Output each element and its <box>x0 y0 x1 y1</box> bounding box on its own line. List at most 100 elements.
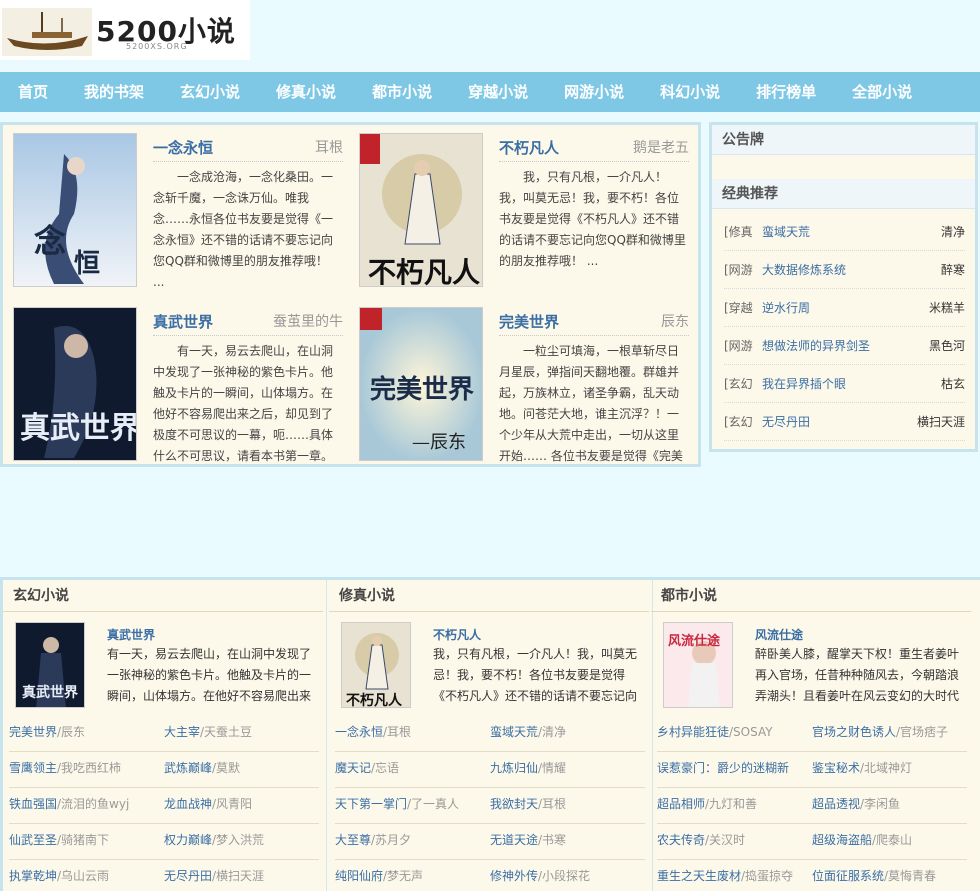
nav-wangyou[interactable]: 网游小说 <box>546 72 642 112</box>
book-cover[interactable]: 不朽凡人 <box>359 133 483 287</box>
svg-text:风流仕途: 风流仕途 <box>668 633 721 649</box>
list-row: 雪鹰领主/我吃西红柿 武炼巅峰/莫默 <box>9 752 319 788</box>
nav-dushi[interactable]: 都市小说 <box>354 72 450 112</box>
book-list: 乡村异能狂徒/SOSAY 官场之财色诱人/官场痞子 误惹豪门：爵少的迷糊新 鉴宝秘术… <box>657 716 967 891</box>
nav-xiuzhen[interactable]: 修真小说 <box>258 72 354 112</box>
logo-subtext: 5200XS.ORG <box>126 42 188 51</box>
book-cover[interactable]: 真武世界 <box>13 307 137 461</box>
book-description: 有一天，易云去爬山，在山洞中发现了一张神秘的紫色卡片。他触及卡片的一瞬间，山体塌… <box>107 647 312 703</box>
book-title[interactable]: 完美世界 <box>499 311 559 332</box>
list-row: 农夫传奇/关汉时 超级海盗船/爬泰山 <box>657 824 967 860</box>
book-cover[interactable]: 真武世界 <box>15 622 85 708</box>
cover-image-icon: 不朽凡人 <box>360 134 482 287</box>
svg-text:不朽凡人: 不朽凡人 <box>368 256 480 287</box>
list-row: 大至尊/苏月夕 无道天途/书寒 <box>335 824 645 860</box>
recommend-list: [修真 蛮域天荒 清净 [网游 大数据修炼系统 醉寒 [穿越 逆水行周 米糕羊 [网游 想做法… <box>712 209 975 441</box>
book-link[interactable]: 逆水行周 <box>762 289 929 326</box>
category-xiuzhen: 修真小说 不朽凡人 不朽凡人 我，只有凡根，一介凡人！我，叫莫无忌！我，要不朽！… <box>329 580 653 891</box>
main-nav: 首页 我的书架 玄幻小说 修真小说 都市小说 穿越小说 网游小说 科幻小说 排行… <box>0 72 980 112</box>
list-row: 魔天记/忘语 九炼归仙/情耀 <box>335 752 645 788</box>
svg-text:念: 念 <box>34 222 66 260</box>
book-list: 一念永恒/耳根 蛮域天荒/清净 魔天记/忘语 九炼归仙/情耀 天下第一掌门/了一真人… <box>335 716 645 891</box>
category-title[interactable]: 修真小说 <box>329 580 649 612</box>
list-item: [玄幻 无尽丹田 横扫天涯 <box>724 403 965 441</box>
svg-text:—辰东: —辰东 <box>412 432 466 453</box>
nav-ranking[interactable]: 排行榜单 <box>738 72 834 112</box>
book-link[interactable]: 想做法师的异界剑圣 <box>762 327 929 364</box>
category-title[interactable]: 玄幻小说 <box>3 580 323 612</box>
category-title[interactable]: 都市小说 <box>651 580 971 612</box>
book-title[interactable]: 不朽凡人 <box>499 137 559 158</box>
nav-bookshelf[interactable]: 我的书架 <box>66 72 162 112</box>
book-link[interactable]: 无尽丹田 <box>762 403 917 440</box>
list-row: 执掌乾坤/乌山云雨 无尽丹田/横扫天涯 <box>9 860 319 891</box>
author-link[interactable]: 横扫天涯 <box>917 403 965 440</box>
book-description: 醉卧美人膝，醒掌天下权！重生者姜叶再入官场，任昔种种随风去，今朝踏浪弄潮头！且看… <box>755 647 960 703</box>
nav-home[interactable]: 首页 <box>0 72 66 112</box>
book-cover[interactable]: 完美世界 —辰东 <box>359 307 483 461</box>
book-title[interactable]: 真武世界 <box>107 626 155 643</box>
category-dushi: 都市小说 风流仕途 风流仕途 醉卧美人膝，醒掌天下权！重生者姜叶再入官场，任昔种… <box>651 580 971 891</box>
svg-text:完美世界: 完美世界 <box>370 374 474 405</box>
book-title[interactable]: 真武世界 <box>153 311 213 332</box>
author-link[interactable]: 醉寒 <box>941 251 965 288</box>
category-featured-book: 真武世界 真武世界 有一天，易云去爬山，在山洞中发现了一张神秘的紫色卡片。他触及… <box>15 622 321 708</box>
featured-book: 念 恒 一念永恒 耳根 一念成沧海，一念化桑田。一念斩千魔，一念诛万仙。唯我念…… <box>3 125 343 289</box>
svg-text:真武世界: 真武世界 <box>20 411 137 446</box>
category-featured-book: 风流仕途 风流仕途 醉卧美人膝，醒掌天下权！重生者姜叶再入官场，任昔种种随风去，… <box>663 622 969 708</box>
list-item: [修真 蛮域天荒 清净 <box>724 213 965 251</box>
list-item: [穿越 逆水行周 米糕羊 <box>724 289 965 327</box>
book-title[interactable]: 风流仕途 <box>755 626 803 643</box>
cover-image-icon: 不朽凡人 <box>342 623 410 707</box>
book-author[interactable]: 耳根 <box>315 137 343 157</box>
list-row: 完美世界/辰东 大主宰/天蚕土豆 <box>9 716 319 752</box>
nav-kehuan[interactable]: 科幻小说 <box>642 72 738 112</box>
boat-logo-icon <box>2 8 92 56</box>
nav-all[interactable]: 全部小说 <box>834 72 930 112</box>
book-link[interactable]: 我在异界插个眼 <box>762 365 941 402</box>
list-row: 天下第一掌门/了一真人 我欲封天/耳根 <box>335 788 645 824</box>
cover-image-icon: 真武世界 <box>16 623 84 707</box>
recommend-title: 经典推荐 <box>712 179 975 209</box>
book-link[interactable]: 蛮域天荒 <box>762 213 941 250</box>
notice-board-title: 公告牌 <box>712 125 975 155</box>
svg-text:真武世界: 真武世界 <box>22 684 79 701</box>
svg-text:恒: 恒 <box>74 249 100 279</box>
book-description: 有一天，易云去爬山，在山洞中发现了一张神秘的紫色卡片。他触及卡片的一瞬间，山体塌… <box>153 344 334 463</box>
book-author[interactable]: 蚕茧里的牛 <box>273 311 343 331</box>
nav-chuanyue[interactable]: 穿越小说 <box>450 72 546 112</box>
list-row: 仙武至圣/骑猪南下 权力巅峰/梦入洪荒 <box>9 824 319 860</box>
sidebar: 公告牌 经典推荐 [修真 蛮域天荒 清净 [网游 大数据修炼系统 醉寒 [穿越 逆水行周米… <box>709 122 978 452</box>
site-logo[interactable]: 5200小说 5200XS.ORG <box>0 0 250 60</box>
cover-image-icon: 真武世界 <box>14 308 137 460</box>
nav-xuanhuan[interactable]: 玄幻小说 <box>162 72 258 112</box>
list-row: 乡村异能狂徒/SOSAY 官场之财色诱人/官场痞子 <box>657 716 967 752</box>
book-cover[interactable]: 风流仕途 <box>663 622 733 708</box>
author-link[interactable]: 米糕羊 <box>929 289 965 326</box>
book-author[interactable]: 辰东 <box>661 311 689 331</box>
book-description: 一粒尘可填海，一根草斩尽日月星辰，弹指间天翻地覆。群雄并起，万族林立，诸圣争霸，… <box>499 344 683 463</box>
book-link[interactable]: 大数据修炼系统 <box>762 251 941 288</box>
featured-book: 真武世界 真武世界 蚕茧里的牛 有一天，易云去爬山，在山洞中发现了一张神秘的紫色… <box>3 299 343 463</box>
featured-book: 不朽凡人 不朽凡人 鹅是老五 我，只有凡根，一介凡人！我，叫莫无忌！我，要不朽！… <box>349 125 689 287</box>
author-link[interactable]: 枯玄 <box>941 365 965 402</box>
book-cover[interactable]: 不朽凡人 <box>341 622 411 708</box>
book-author[interactable]: 鹅是老五 <box>633 137 689 157</box>
book-cover[interactable]: 念 恒 <box>13 133 137 287</box>
list-row: 误惹豪门：爵少的迷糊新 鉴宝秘术/北域神灯 <box>657 752 967 788</box>
category-featured-book: 不朽凡人 不朽凡人 我，只有凡根，一介凡人！我，叫莫无忌！我，要不朽！各位书友要… <box>341 622 647 708</box>
list-row: 一念永恒/耳根 蛮域天荒/清净 <box>335 716 645 752</box>
category-sections: 玄幻小说 真武世界 真武世界 有一天，易云去爬山，在山洞中发现了一张神秘的紫色卡… <box>0 577 980 891</box>
list-row: 纯阳仙府/梦无声 修神外传/小段探花 <box>335 860 645 891</box>
author-link[interactable]: 清净 <box>941 213 965 250</box>
list-row: 重生之天生废材/捣蛋掠夺 位面征服系统/莫悔青春 <box>657 860 967 891</box>
author-link[interactable]: 黑色河 <box>929 327 965 364</box>
book-title[interactable]: 不朽凡人 <box>433 626 481 643</box>
list-row: 铁血强国/流泪的鱼wyj 龙血战神/风青阳 <box>9 788 319 824</box>
book-title[interactable]: 一念永恒 <box>153 137 213 158</box>
book-description: 我，只有凡根，一介凡人！我，叫莫无忌！我，要不朽！各位书友要是觉得《不朽凡人》还… <box>433 647 638 703</box>
book-list: 完美世界/辰东 大主宰/天蚕土豆 雪鹰领主/我吃西红柿 武炼巅峰/莫默 铁血强国/流… <box>9 716 319 891</box>
cover-image-icon: 完美世界 —辰东 <box>360 308 482 460</box>
cover-image-icon: 风流仕途 <box>664 623 732 707</box>
list-item: [玄幻 我在异界插个眼 枯玄 <box>724 365 965 403</box>
